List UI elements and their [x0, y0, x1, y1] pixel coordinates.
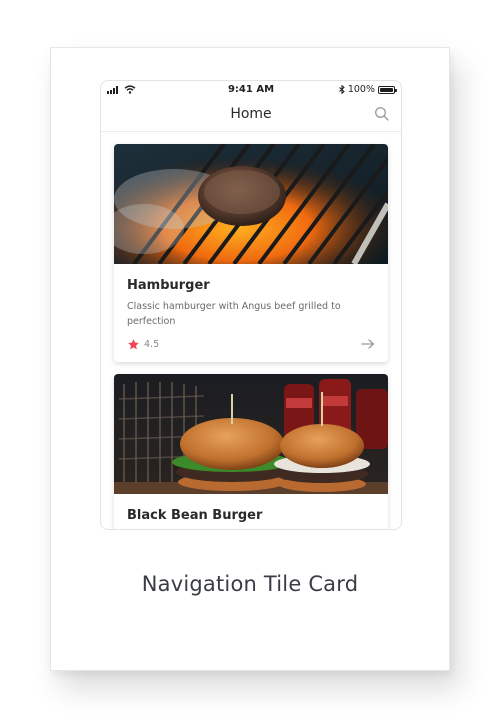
- status-right: 100%: [338, 84, 397, 95]
- battery-level: [380, 87, 393, 92]
- tile-description: Classic hamburger with Angus beef grille…: [127, 301, 341, 327]
- showcase-card: 9:41 AM 100% Home Hamburger Classic hamb…: [50, 47, 450, 671]
- black-bean-burger-photo: [114, 374, 388, 494]
- caption: Navigation Tile Card: [141, 572, 359, 596]
- stage: 9:41 AM 100% Home Hamburger Classic hamb…: [0, 0, 500, 720]
- navigation-tile-black-bean-burger[interactable]: Black Bean Burger: [114, 374, 388, 529]
- nav-bar: Home: [101, 99, 401, 132]
- tile-list: Hamburger Classic hamburger with Angus b…: [101, 132, 401, 529]
- page-title: Home: [230, 106, 272, 122]
- bluetooth-icon: [338, 85, 345, 94]
- tile-title: Black Bean Burger: [127, 508, 263, 523]
- star-icon: [128, 338, 139, 349]
- phone-screen: 9:41 AM 100% Home Hamburger Classic hamb…: [100, 80, 402, 530]
- search-icon[interactable]: [373, 105, 391, 123]
- tile-body: Black Bean Burger: [114, 494, 388, 523]
- tile-title: Hamburger: [127, 278, 210, 293]
- status-bar: 9:41 AM 100%: [101, 81, 401, 99]
- grilled-patty-photo: [114, 144, 388, 264]
- arrow-right-icon[interactable]: [361, 337, 375, 351]
- rating-value: 4.5: [144, 338, 160, 350]
- battery-percent: 100%: [347, 84, 375, 95]
- navigation-tile-hamburger[interactable]: Hamburger Classic hamburger with Angus b…: [114, 144, 388, 362]
- tile-body: Hamburger Classic hamburger with Angus b…: [114, 264, 388, 329]
- tile-footer: 4.5: [127, 336, 375, 352]
- battery-icon: [378, 85, 397, 94]
